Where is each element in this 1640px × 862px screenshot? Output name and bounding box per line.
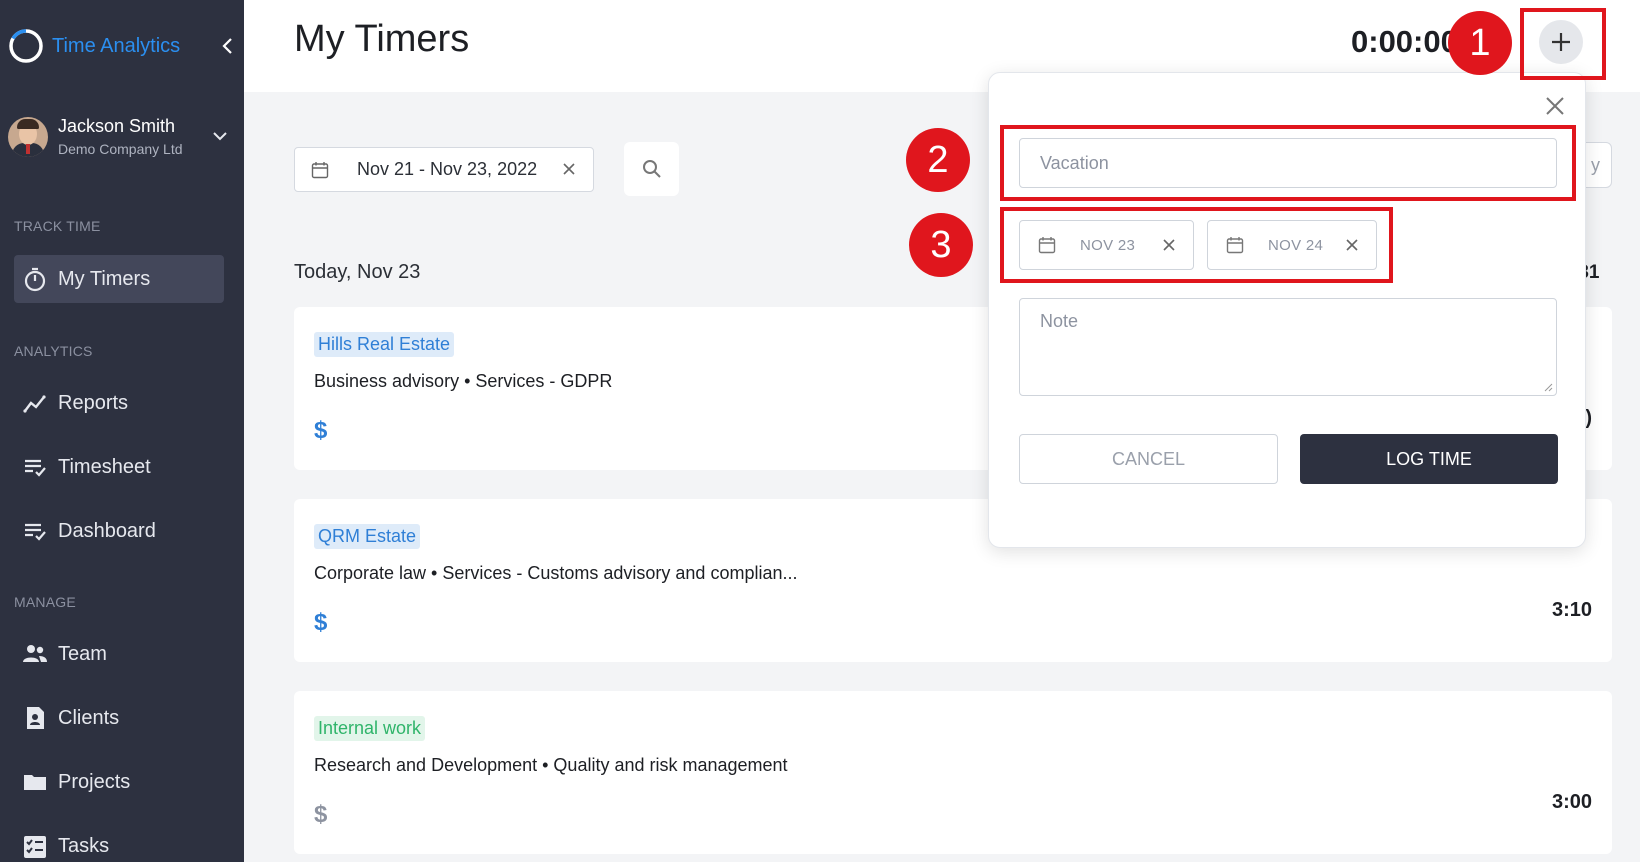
sidebar-item-clients[interactable]: Clients — [14, 694, 224, 742]
section-label-track-time: TRACK TIME — [14, 218, 101, 234]
sidebar-item-my-timers[interactable]: My Timers — [14, 255, 224, 303]
folder-icon — [24, 775, 46, 790]
contact-card-icon — [27, 707, 44, 729]
billable-icon[interactable]: $ — [314, 801, 327, 829]
note-field[interactable] — [1019, 298, 1557, 396]
entry-duration: 3:00 — [1551, 791, 1592, 813]
step-marker-3: 3 — [909, 213, 973, 277]
highlight-box-1 — [1520, 8, 1606, 80]
user-menu[interactable]: Jackson Smith Demo Company Ltd — [8, 116, 236, 157]
billable-icon[interactable]: $ — [314, 417, 327, 445]
clear-icon[interactable] — [561, 161, 577, 177]
sidebar: Time Analytics Jackson Smith Demo Compan… — [0, 0, 244, 862]
sidebar-item-projects[interactable]: Projects — [14, 758, 224, 806]
sidebar-item-label: Reports — [58, 391, 129, 414]
step-marker-1: 1 — [1448, 11, 1512, 75]
sidebar-item-label: Clients — [58, 706, 120, 729]
log-time-button[interactable]: LOG TIME — [1300, 434, 1558, 484]
app-name: Time Analytics — [52, 34, 181, 57]
brand[interactable]: Time Analytics — [8, 28, 180, 64]
billable-icon[interactable]: $ — [314, 609, 327, 637]
sidebar-item-reports[interactable]: Reports — [14, 379, 224, 427]
entry-description: Corporate law • Services - Customs advis… — [314, 563, 798, 583]
running-timer: 0:00:00 — [1351, 24, 1458, 59]
page-title: My Timers — [294, 18, 470, 60]
section-label-analytics: ANALYTICS — [14, 343, 93, 359]
user-name: Jackson Smith — [58, 116, 176, 136]
app-logo-icon — [9, 29, 43, 63]
sidebar-item-label: Timesheet — [58, 455, 151, 478]
stopwatch-icon — [24, 267, 46, 292]
day-label: Today, Nov 23 — [294, 261, 421, 283]
note-input[interactable] — [1020, 299, 1556, 395]
entry-duration: ) — [1585, 407, 1592, 429]
entry-description: Business advisory • Services - GDPR — [314, 371, 613, 391]
search-icon — [642, 160, 661, 178]
sidebar-item-label: My Timers — [58, 267, 151, 290]
sidebar-item-label: Team — [58, 642, 107, 665]
avatar — [8, 116, 48, 157]
list-check-icon — [25, 523, 46, 541]
highlight-box-2 — [1000, 125, 1576, 201]
sidebar-item-team[interactable]: Team — [14, 630, 224, 678]
filter-button-partial-label: y — [1591, 155, 1600, 175]
close-icon[interactable] — [1544, 95, 1566, 117]
user-company: Demo Company Ltd — [58, 141, 183, 157]
highlight-box-3 — [1000, 207, 1393, 283]
chevron-down-icon[interactable] — [212, 128, 228, 144]
date-range-value: Nov 21 - Nov 23, 2022 — [357, 159, 538, 179]
resize-grip-icon[interactable] — [1543, 382, 1553, 392]
entry-description: Research and Development • Quality and r… — [314, 755, 788, 775]
collapse-sidebar-icon[interactable] — [218, 36, 238, 56]
date-range-filter[interactable]: Nov 21 - Nov 23, 2022 — [294, 147, 594, 192]
client-tag: Internal work — [314, 716, 426, 741]
trend-chart-icon — [23, 395, 46, 413]
calendar-icon — [311, 161, 329, 178]
timer-entry[interactable]: Internal work Research and Development •… — [294, 691, 1612, 854]
section-label-manage: MANAGE — [14, 594, 76, 610]
list-check-icon — [25, 459, 46, 477]
search-button[interactable] — [624, 142, 679, 196]
sidebar-item-label: Projects — [58, 770, 131, 793]
sidebar-item-label: Dashboard — [58, 519, 156, 542]
sidebar-item-dashboard[interactable]: Dashboard — [14, 507, 224, 555]
step-marker-2: 2 — [906, 128, 970, 192]
cancel-button[interactable]: CANCEL — [1019, 434, 1278, 484]
entry-duration: 3:10 — [1551, 599, 1592, 621]
sidebar-item-timesheet[interactable]: Timesheet — [14, 443, 224, 491]
client-tag: Hills Real Estate — [314, 332, 455, 357]
people-icon — [23, 645, 47, 662]
sidebar-item-label: Tasks — [58, 834, 110, 857]
task-list-icon — [24, 836, 46, 858]
sidebar-item-tasks[interactable]: Tasks — [14, 822, 224, 862]
client-tag: QRM Estate — [314, 524, 421, 549]
